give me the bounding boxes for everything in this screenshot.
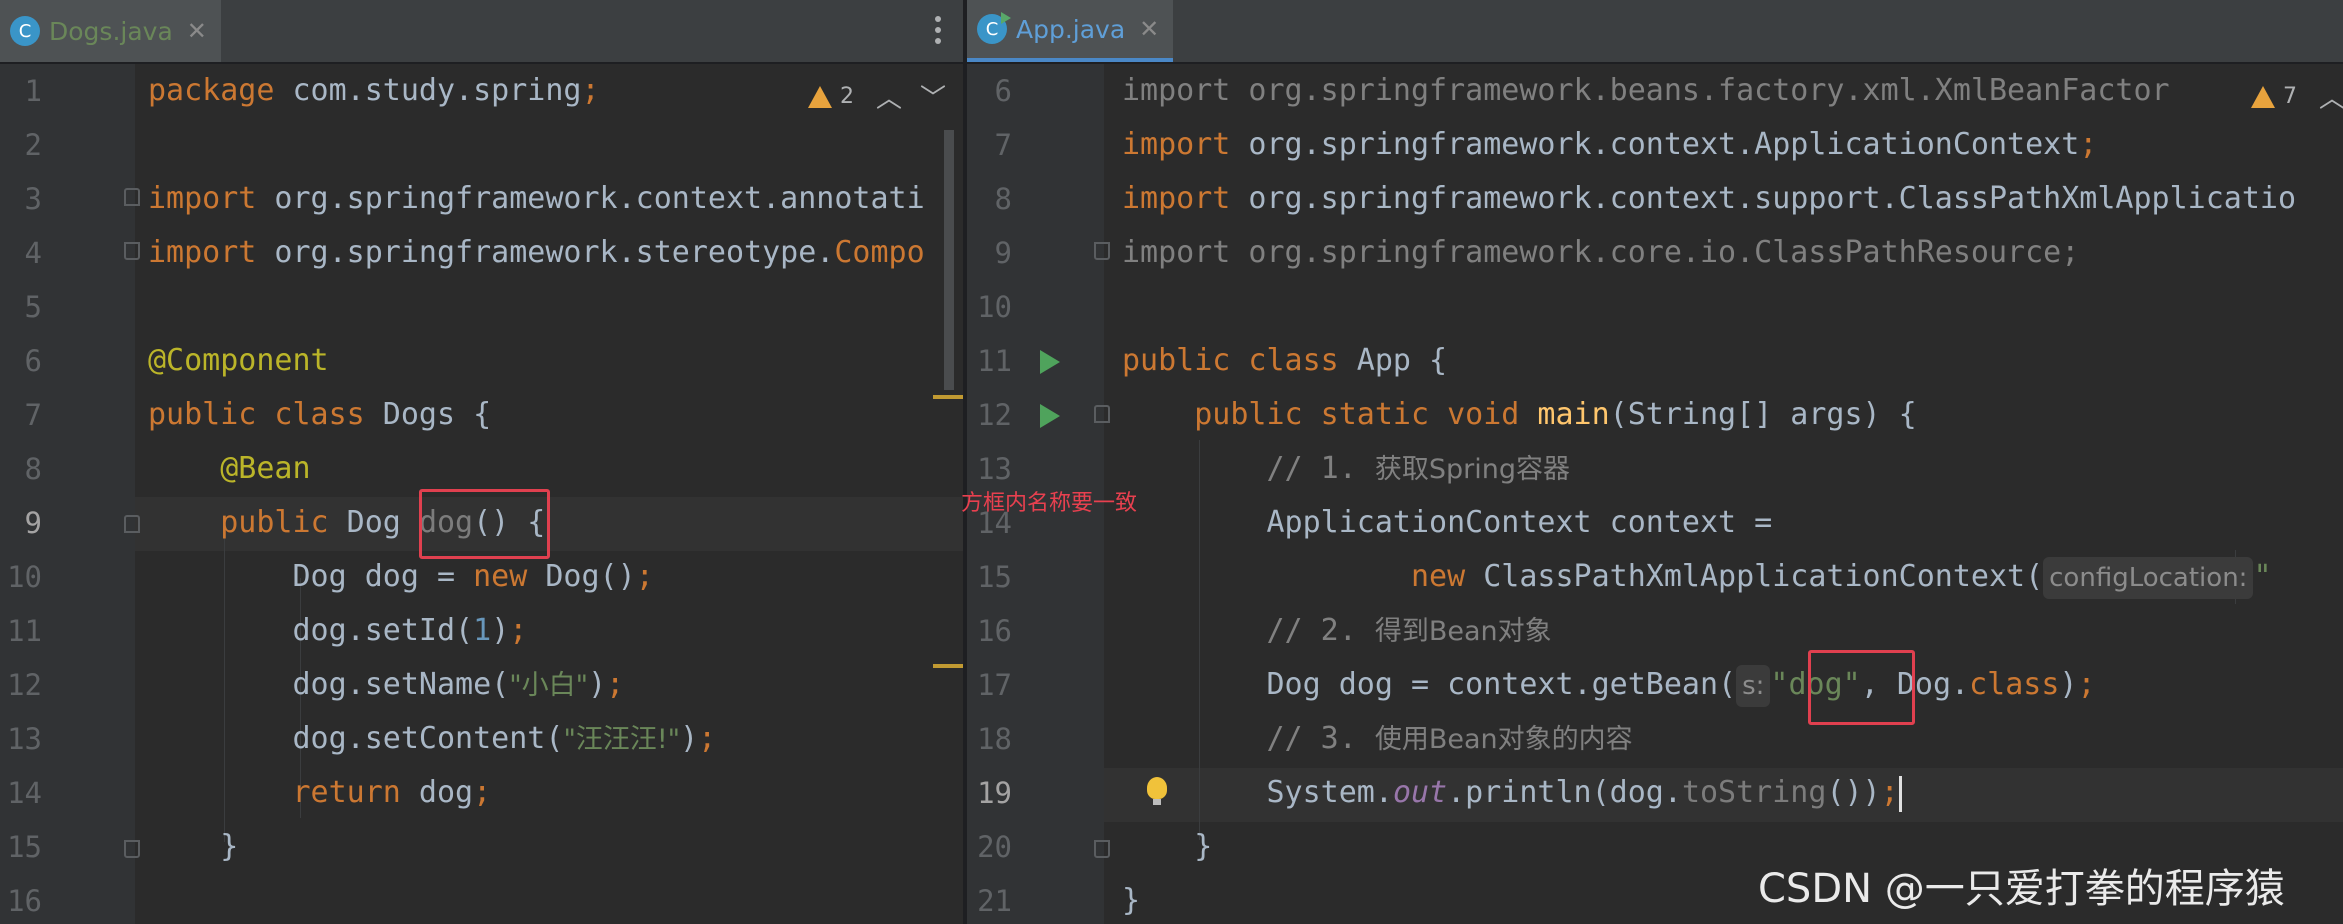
- line-number: 2: [24, 128, 42, 162]
- line-number: 9: [24, 506, 42, 540]
- chevron-up-icon[interactable]: ︿: [2319, 78, 2343, 115]
- line-number: 11: [7, 614, 42, 648]
- tab-title: Dogs.java: [49, 16, 173, 46]
- line-number: 19: [977, 776, 1012, 810]
- line-number: 11: [977, 344, 1012, 378]
- line-number: 16: [7, 884, 42, 918]
- line-number: 12: [977, 398, 1012, 432]
- warning-marker[interactable]: [933, 664, 963, 668]
- fold-marker-icon[interactable]: [124, 515, 140, 533]
- line-number: 6: [24, 344, 42, 378]
- more-options-icon[interactable]: [935, 16, 941, 44]
- line-number: 3: [24, 182, 42, 216]
- line-number: 7: [994, 128, 1012, 162]
- line-number: 17: [977, 668, 1012, 702]
- inspection-widget[interactable]: 2 ︿ ﹀: [808, 78, 946, 115]
- scrollbar-thumb[interactable]: [944, 130, 954, 390]
- text-caret: [1898, 775, 1902, 812]
- line-number: 8: [24, 452, 42, 486]
- tab-title: App.java: [1016, 14, 1126, 44]
- line-number: 7: [24, 398, 42, 432]
- fold-marker-icon[interactable]: [1094, 840, 1110, 858]
- highlight-box-dog-string: [1808, 650, 1915, 725]
- fold-marker-icon[interactable]: [1094, 242, 1110, 260]
- line-number: 15: [7, 830, 42, 864]
- highlight-box-dog-method: [419, 489, 550, 559]
- warning-icon: [808, 85, 832, 108]
- line-number: 18: [977, 722, 1012, 756]
- line-number: 10: [7, 560, 42, 594]
- run-class-icon[interactable]: [1040, 350, 1060, 374]
- parameter-hint: configLocation:: [2043, 556, 2254, 599]
- run-main-icon[interactable]: [1040, 404, 1060, 428]
- fold-marker-icon[interactable]: [124, 840, 140, 858]
- warning-count: 2: [840, 84, 854, 109]
- chevron-up-icon[interactable]: ︿: [876, 78, 902, 115]
- line-number: 20: [977, 830, 1012, 864]
- line-number: 10: [977, 290, 1012, 324]
- fold-marker-icon[interactable]: [1094, 405, 1110, 423]
- line-number: 21: [977, 884, 1012, 918]
- left-code-area[interactable]: package com.study.spring; import org.spr…: [148, 64, 963, 924]
- line-number: 12: [7, 668, 42, 702]
- left-tab-bar: C Dogs.java ✕: [0, 0, 963, 64]
- right-editor-pane: C App.java ✕ 6 7 8 9 10 11 12 13 14 15 16 17 18 19 20 2…: [967, 0, 2343, 924]
- line-number: 16: [977, 614, 1012, 648]
- line-number: 4: [24, 236, 42, 270]
- right-code-area[interactable]: import org.springframework.beans.factory…: [1122, 64, 2343, 924]
- inspection-widget[interactable]: 7 ︿: [2245, 78, 2343, 115]
- line-number: 1: [24, 74, 42, 108]
- line-number: 8: [994, 182, 1012, 216]
- warning-count: 7: [2283, 84, 2297, 109]
- parameter-hint: s:: [1736, 664, 1771, 707]
- tab-app-java[interactable]: C App.java ✕: [967, 0, 1174, 62]
- line-number: 14: [7, 776, 42, 810]
- close-tab-icon[interactable]: ✕: [1139, 15, 1159, 43]
- fold-marker-icon[interactable]: [124, 242, 140, 260]
- right-tab-bar: C App.java ✕: [967, 0, 2343, 64]
- java-class-icon: C: [10, 16, 40, 46]
- line-number: 5: [24, 290, 42, 324]
- annotation-note: 方框内名称要一致: [961, 491, 1138, 516]
- line-number: 6: [994, 74, 1012, 108]
- tab-dogs-java[interactable]: C Dogs.java ✕: [0, 0, 221, 62]
- line-number: 13: [7, 722, 42, 756]
- close-tab-icon[interactable]: ✕: [187, 17, 207, 45]
- warning-marker[interactable]: [933, 395, 963, 399]
- chevron-down-icon[interactable]: ﹀: [920, 78, 946, 115]
- line-number: 15: [977, 560, 1012, 594]
- java-class-run-icon: C: [977, 12, 1011, 44]
- watermark: CSDN @一只爱打拳的程序猿: [1758, 866, 2285, 912]
- warning-icon: [2251, 85, 2275, 108]
- fold-marker-icon[interactable]: [124, 188, 140, 206]
- left-editor-pane: C Dogs.java ✕ 1 2 3 4 5 6 7 8 9 10 11 12 13 14 15 16 pa…: [0, 0, 963, 924]
- line-number: 9: [994, 236, 1012, 270]
